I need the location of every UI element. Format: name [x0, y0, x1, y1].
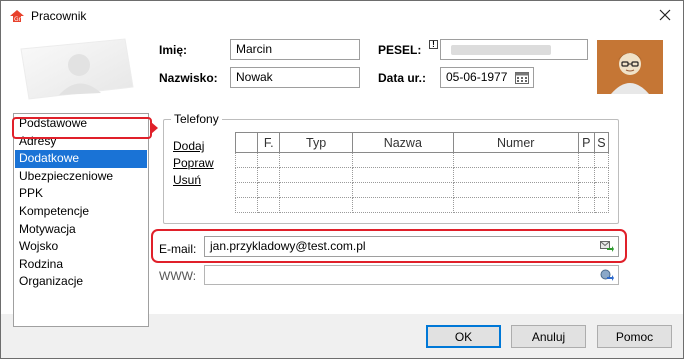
birth-date-label: Data ur.:: [378, 71, 427, 85]
phones-table[interactable]: F. Typ Nazwa Numer P S: [234, 132, 610, 213]
column-header-f[interactable]: F.: [257, 132, 281, 153]
sidebar-item-kompetencje[interactable]: Kompetencje: [15, 203, 147, 221]
phones-group-title: Telefony: [171, 112, 222, 126]
www-input[interactable]: [204, 265, 619, 285]
table-row[interactable]: [234, 152, 610, 168]
column-header-typ[interactable]: Typ: [279, 132, 353, 153]
employee-silhouette-image: [15, 37, 139, 101]
ok-button[interactable]: OK: [426, 325, 501, 348]
www-label: WWW:: [159, 269, 197, 283]
sidebar-item-motywacja[interactable]: Motywacja: [15, 221, 147, 239]
selected-item-arrow-icon: [151, 122, 158, 134]
sidebar-item-dodatkowe[interactable]: Dodatkowe: [15, 150, 147, 168]
help-button[interactable]: Pomoc: [597, 325, 672, 348]
birth-date-value: 05-06-1977: [446, 70, 508, 84]
last-name-input[interactable]: Nowak: [230, 67, 360, 88]
sidebar-item-rodzina[interactable]: Rodzina: [15, 256, 147, 274]
calendar-icon[interactable]: [515, 71, 529, 84]
selected-item-highlight: [12, 117, 152, 139]
delete-phone-link[interactable]: Usuń: [173, 173, 201, 187]
first-name-input[interactable]: Marcin: [230, 39, 360, 60]
pesel-input[interactable]: [440, 39, 588, 60]
sidebar-item-ppk[interactable]: PPK: [15, 185, 147, 203]
window-title: Pracownik: [31, 9, 87, 23]
sections-list: Podstawowe Adresy Dodatkowe Ubezpieczeni…: [13, 113, 149, 327]
employee-photo[interactable]: [597, 40, 663, 94]
last-name-label: Nazwisko:: [159, 71, 218, 85]
employee-window: Gr Pracownik Imię: Marcin Nazwisko: Nowa…: [0, 0, 684, 359]
email-value: jan.przykladowy@test.com.pl: [210, 239, 366, 253]
svg-text:Gr: Gr: [14, 16, 22, 23]
open-www-icon[interactable]: [600, 269, 614, 281]
birth-date-input[interactable]: 05-06-1977: [440, 67, 534, 88]
pesel-label: PESEL:: [378, 43, 422, 57]
table-row[interactable]: [234, 167, 610, 183]
send-email-icon[interactable]: [600, 240, 614, 252]
add-phone-link[interactable]: Dodaj: [173, 139, 204, 153]
column-header-numer[interactable]: Numer: [452, 132, 579, 153]
first-name-label: Imię:: [159, 43, 188, 57]
cancel-button[interactable]: Anuluj: [511, 325, 586, 348]
table-row[interactable]: [234, 182, 610, 198]
title-bar: Gr Pracownik: [1, 1, 683, 31]
pesel-warning-icon: !: [429, 40, 438, 49]
column-header-s[interactable]: S: [593, 132, 610, 153]
column-header-nazwa[interactable]: Nazwa: [351, 132, 454, 153]
email-label: E-mail:: [159, 242, 197, 256]
email-input[interactable]: jan.przykladowy@test.com.pl: [204, 236, 619, 257]
sidebar-item-organizacje[interactable]: Organizacje: [15, 273, 147, 291]
close-button[interactable]: [653, 5, 677, 27]
sidebar-item-wojsko[interactable]: Wojsko: [15, 238, 147, 256]
column-header-blank[interactable]: [234, 132, 259, 153]
edit-phone-link[interactable]: Popraw: [173, 156, 214, 170]
table-row[interactable]: [234, 197, 610, 213]
dialog-content: Imię: Marcin Nazwisko: Nowak PESEL: ! Da…: [1, 31, 683, 327]
comarch-app-icon: Gr: [9, 9, 25, 23]
close-icon: [659, 9, 671, 24]
column-header-p[interactable]: P: [577, 132, 595, 153]
pesel-redacted-value: [451, 45, 551, 55]
sidebar-item-ubezpieczeniowe[interactable]: Ubezpieczeniowe: [15, 168, 147, 186]
